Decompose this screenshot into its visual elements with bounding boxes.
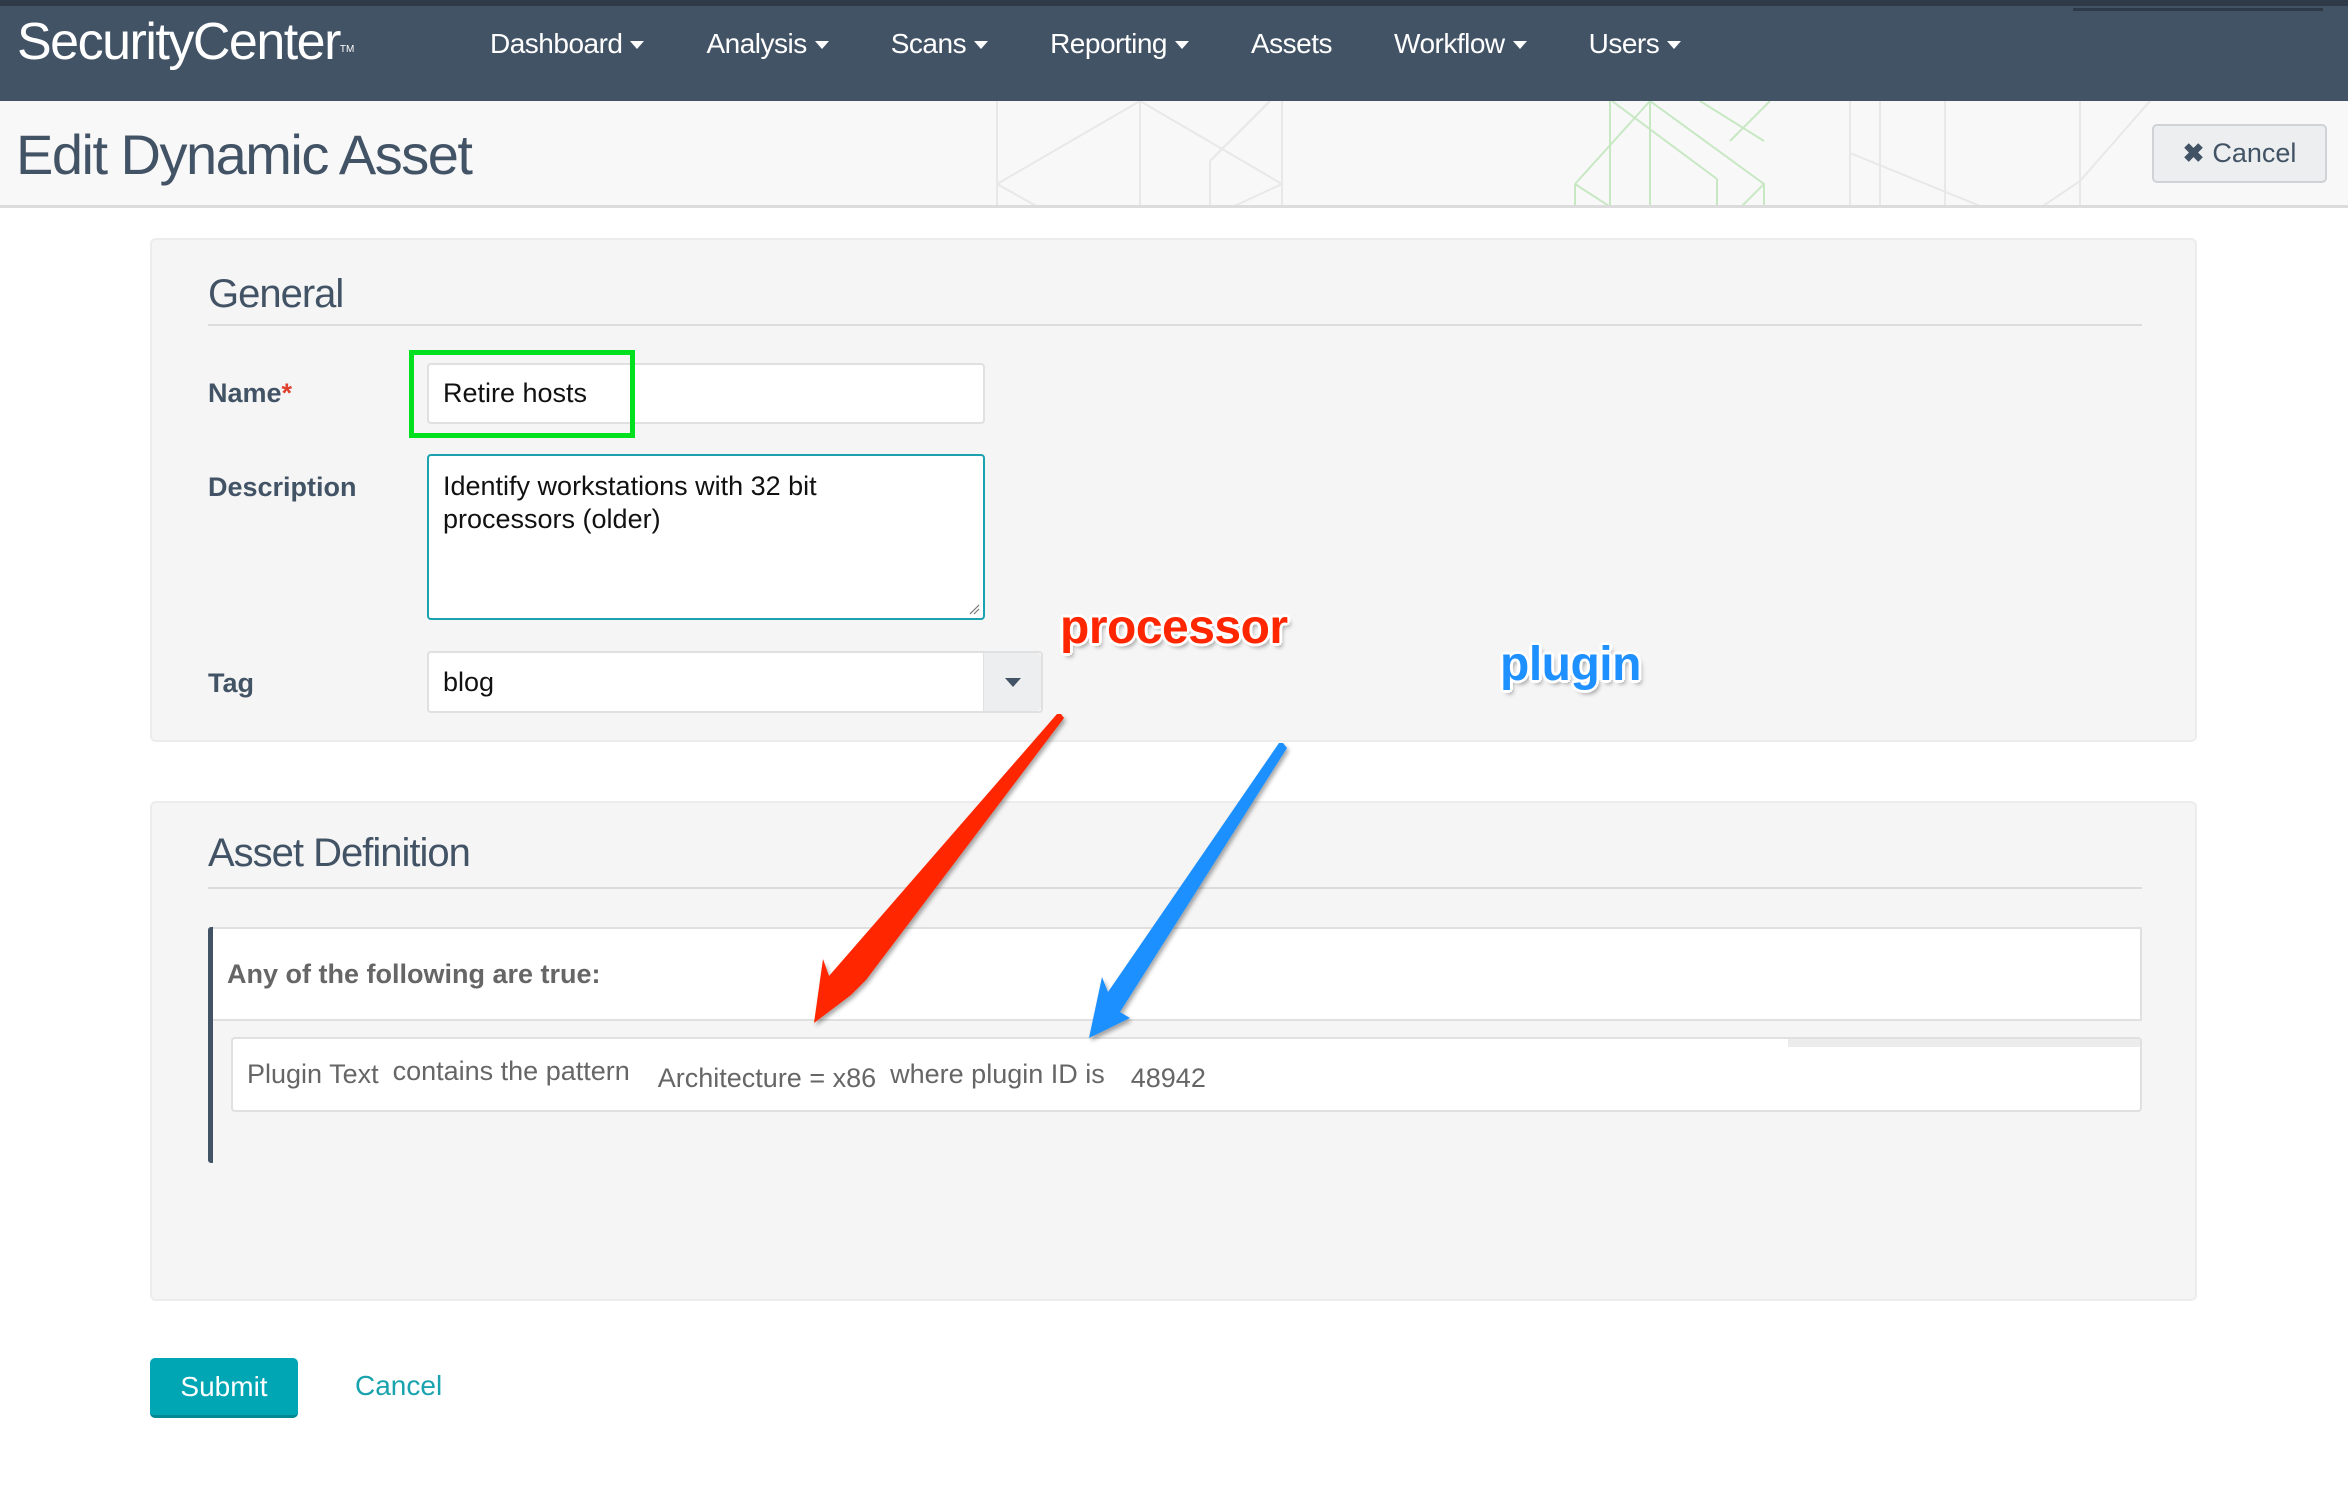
cancel-button-label: Cancel <box>2212 138 2297 168</box>
resize-handle-icon[interactable] <box>968 603 980 615</box>
page-header: Edit Dynamic Asset ✖ Cancel <box>0 101 2348 208</box>
caret-down-icon <box>974 41 989 49</box>
general-section: General Name* Retire hosts Description I… <box>150 238 2197 742</box>
app-logo[interactable]: SecurityCenterTM <box>17 14 354 70</box>
logo-text: SecurityCenter <box>17 13 341 71</box>
close-icon: ✖ <box>2182 138 2205 168</box>
nav-label: Dashboard <box>490 28 623 59</box>
name-label: Name* <box>208 378 292 409</box>
nav-label: Scans <box>890 28 967 59</box>
rule-qualifier: where plugin ID is <box>890 1059 1105 1089</box>
nav-scans[interactable]: Scans <box>890 28 989 60</box>
rule-plugin-id: 48942 <box>1130 1063 1206 1093</box>
rule-operator: contains the pattern <box>392 1056 630 1086</box>
filter-rule[interactable]: Plugin Text contains the pattern Archite… <box>231 1037 2142 1112</box>
tag-select[interactable]: blog <box>427 651 1043 713</box>
caret-down-icon <box>630 41 645 49</box>
caret-down-icon <box>814 41 829 49</box>
rule-pattern: Architecture = x86 <box>657 1063 877 1093</box>
nav-workflow[interactable]: Workflow <box>1394 28 1527 60</box>
trademark-mark: TM <box>339 44 355 55</box>
row-shade <box>1788 1039 2140 1047</box>
main-menu: Dashboard Analysis Scans Reporting Asset… <box>490 22 1743 66</box>
nav-label: Assets <box>1250 28 1333 59</box>
required-marker: * <box>281 378 293 408</box>
caret-down-icon <box>1004 677 1021 687</box>
nav-label: Users <box>1588 28 1660 59</box>
tag-value: blog <box>443 666 495 697</box>
asset-definition-section: Asset Definition Any of the following ar… <box>150 801 2197 1301</box>
nav-users[interactable]: Users <box>1589 28 1682 60</box>
name-label-text: Name <box>208 378 282 408</box>
nav-analysis[interactable]: Analysis <box>706 28 829 60</box>
caret-down-icon <box>1667 41 1682 49</box>
annotation-processor: processor <box>1060 601 1288 654</box>
name-input[interactable]: Retire hosts <box>427 363 985 424</box>
annotation-plugin: plugin <box>1500 638 1641 691</box>
caret-down-icon <box>1512 41 1527 49</box>
description-value: Identify workstations with 32 bit proces… <box>443 471 817 534</box>
section-heading: Asset Definition <box>208 831 471 875</box>
divider <box>208 887 2142 889</box>
submit-button[interactable]: Submit <box>150 1358 298 1418</box>
top-strip <box>0 0 2348 6</box>
group-condition[interactable]: Any of the following are true: <box>213 927 2142 1021</box>
nav-label: Workflow <box>1394 28 1505 59</box>
cancel-button[interactable]: ✖ Cancel <box>2152 124 2327 183</box>
nav-reporting[interactable]: Reporting <box>1050 28 1189 60</box>
nav-assets[interactable]: Assets <box>1250 28 1333 60</box>
page-title: Edit Dynamic Asset <box>16 123 473 186</box>
name-value: Retire hosts <box>443 378 588 408</box>
caret-down-icon <box>1174 41 1189 49</box>
tag-dropdown-toggle[interactable] <box>983 653 1041 711</box>
rule-field: Plugin Text <box>247 1059 379 1089</box>
description-textarea[interactable]: Identify workstations with 32 bit proces… <box>427 454 985 620</box>
tag-label: Tag <box>208 668 254 698</box>
nav-label: Analysis <box>706 28 807 59</box>
description-label: Description <box>208 472 357 502</box>
top-strip-accent <box>2073 8 2323 11</box>
top-navigation-bar: SecurityCenterTM Dashboard Analysis Scan… <box>0 0 2348 101</box>
divider <box>208 324 2142 326</box>
cancel-link[interactable]: Cancel <box>355 1370 442 1402</box>
nav-label: Reporting <box>1050 28 1167 59</box>
section-heading: General <box>208 272 344 316</box>
nav-dashboard[interactable]: Dashboard <box>490 28 645 60</box>
filter-group: Any of the following are true: Plugin Te… <box>208 927 2142 1163</box>
